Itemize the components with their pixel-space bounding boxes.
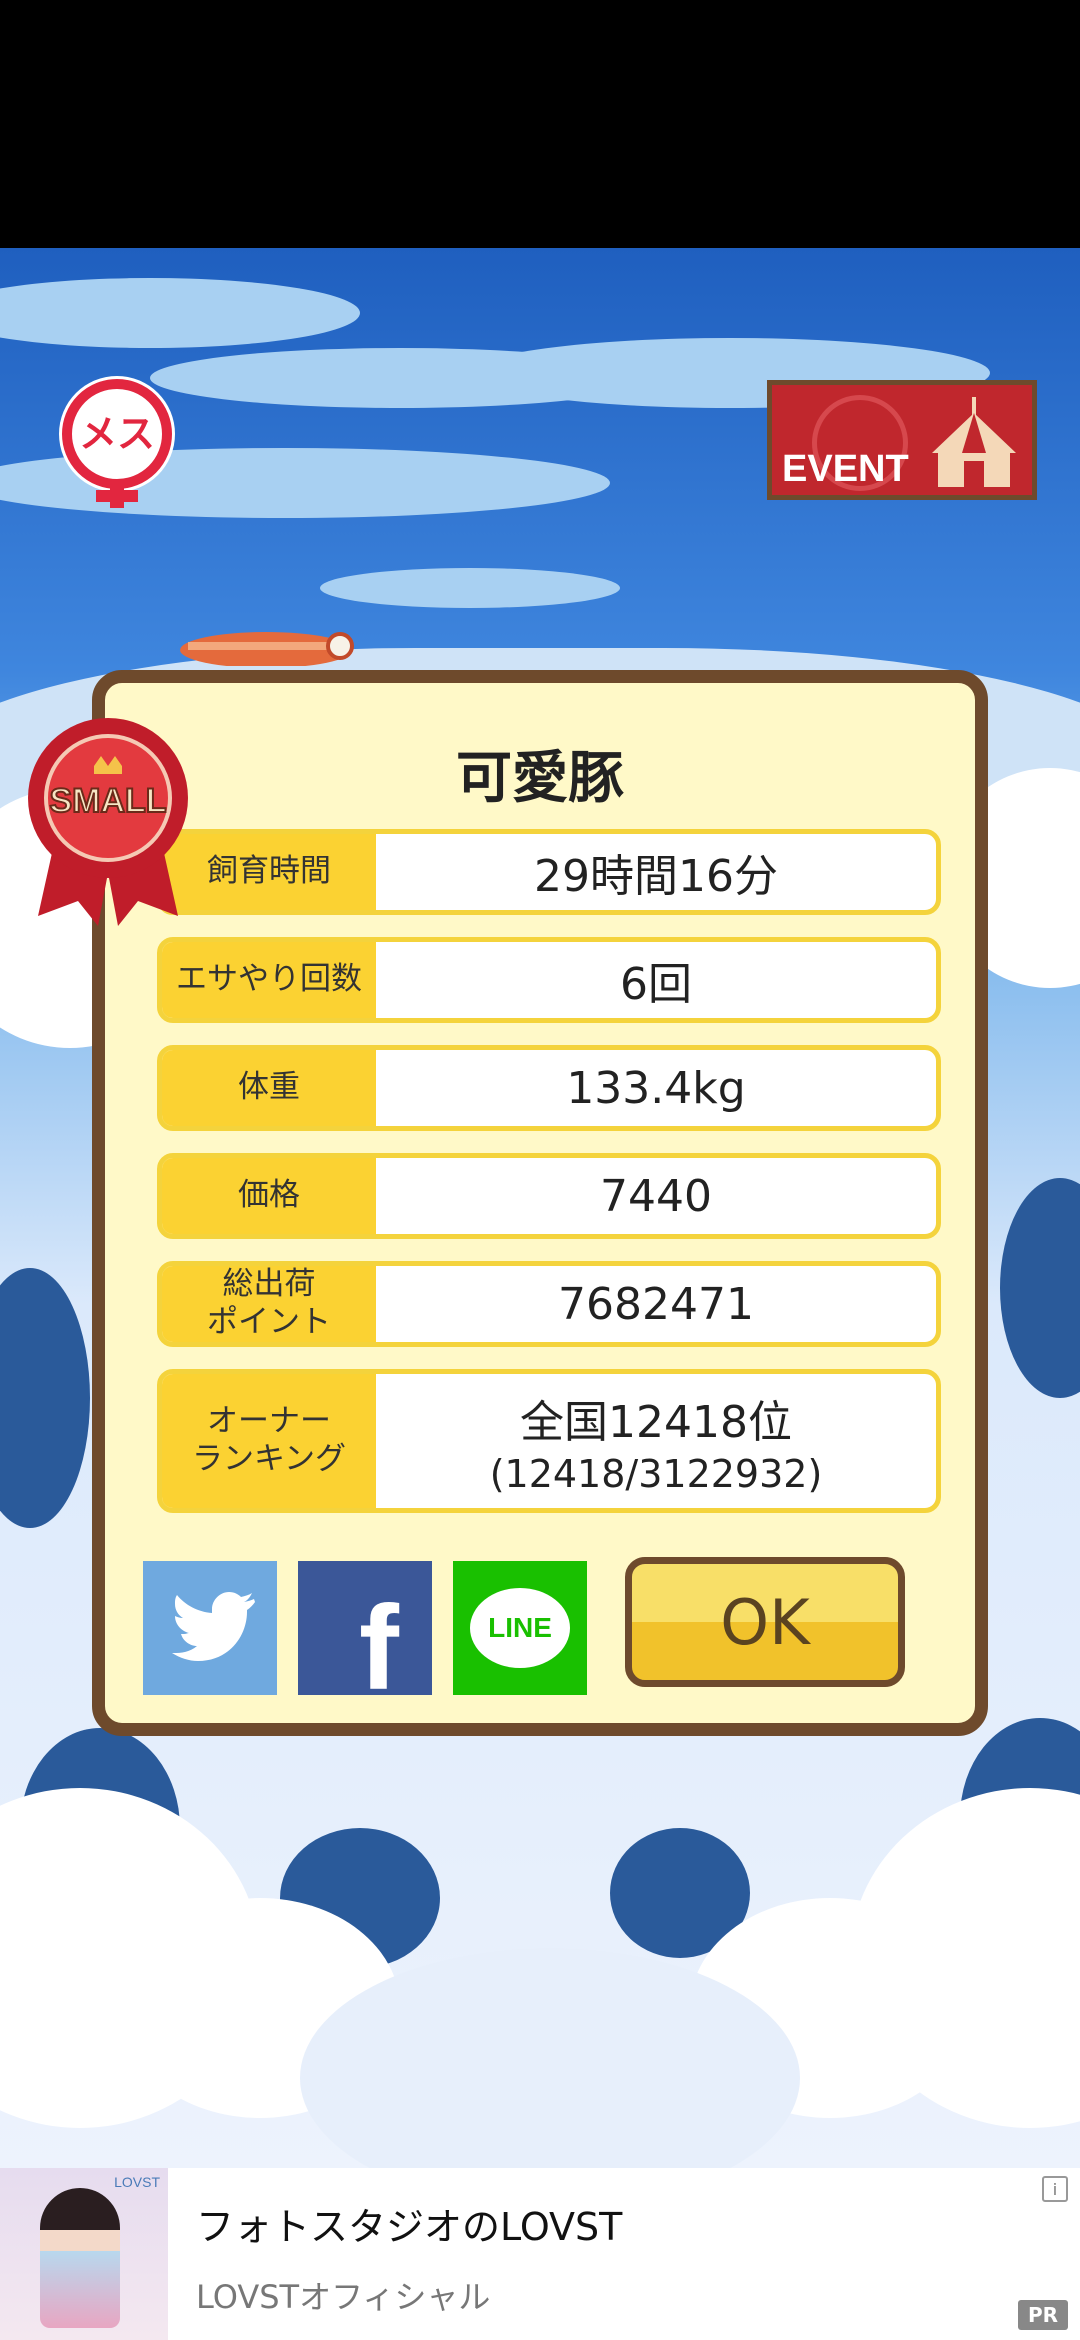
pig-name: 可愛豚 [456,746,624,811]
ranking-main: 全国12418位 [520,1397,792,1448]
female-gender-badge: メス [59,376,175,508]
twitter-share-button[interactable] [143,1561,277,1695]
stat-value: 29時間16分 [534,851,778,902]
cloud-shadow [1000,1178,1080,1398]
ad-subtitle: LOVSTオフィシャル [196,2278,491,2316]
ad-title[interactable]: フォトスタジオのLOVST [196,2196,622,2251]
stat-value: 6回 [620,959,692,1010]
line-bubble-icon: LINE [470,1588,570,1668]
status-area [0,0,1080,248]
event-badge: EVENT [767,380,1037,500]
ad-model-figure [40,2188,120,2328]
stat-label: 体重 [162,1050,376,1126]
stat-row-time: 飼育時間 29時間16分 [157,829,941,915]
stat-row-price: 価格 7440 [157,1153,941,1239]
stat-row-ranking: オーナー ランキング 全国12418位 (12418/3122932) [157,1369,941,1513]
gender-label: メス [79,412,155,456]
stat-value: 7682471 [558,1278,754,1330]
ok-button[interactable]: OK [625,1557,905,1687]
facebook-share-button[interactable]: f [298,1561,432,1715]
stat-row-weight: 体重 133.4kg [157,1045,941,1131]
facebook-f-icon: f [359,1581,399,1715]
line-share-button[interactable]: LINE [453,1561,587,1695]
ad-thumb-brand: LOVST [114,2174,160,2190]
ranking-detail: (12418/3122932) [489,1452,823,1496]
twitter-bird-icon [172,1592,255,1661]
cloud-shadow [0,1268,90,1528]
stat-label: オーナー ランキング [162,1374,376,1508]
ad-banner[interactable]: LOVST フォトスタジオのLOVST LOVSTオフィシャル i PR [0,2168,1080,2340]
ad-info-icon[interactable]: i [1042,2176,1068,2202]
ad-pr-label: PR [1018,2300,1068,2330]
stat-value: 全国12418位 (12418/3122932) [376,1374,936,1508]
sky-cloud [0,278,360,348]
ad-thumbnail[interactable]: LOVST [0,2168,168,2340]
stat-value: 7440 [600,1170,712,1222]
stat-row-feed-count: エサやり回数 6回 [157,937,941,1023]
sky-cloud [320,568,620,608]
stat-value: 133.4kg [566,1062,746,1114]
airship-icon [180,632,354,666]
stat-label: 価格 [162,1158,376,1234]
size-label: SMALL [49,782,166,820]
small-ribbon-badge: SMALL [28,718,188,926]
stat-label: 総出荷 ポイント [162,1266,376,1342]
stat-row-points: 総出荷 ポイント 7682471 [157,1261,941,1347]
pig-result-dialog: 可愛豚 飼育時間 29時間16分 エサやり回数 6回 体重 133.4kg 価格… [92,670,988,1736]
stat-label: エサやり回数 [162,942,376,1018]
event-label: EVENT [782,448,909,490]
circus-tent-icon [932,397,1016,487]
